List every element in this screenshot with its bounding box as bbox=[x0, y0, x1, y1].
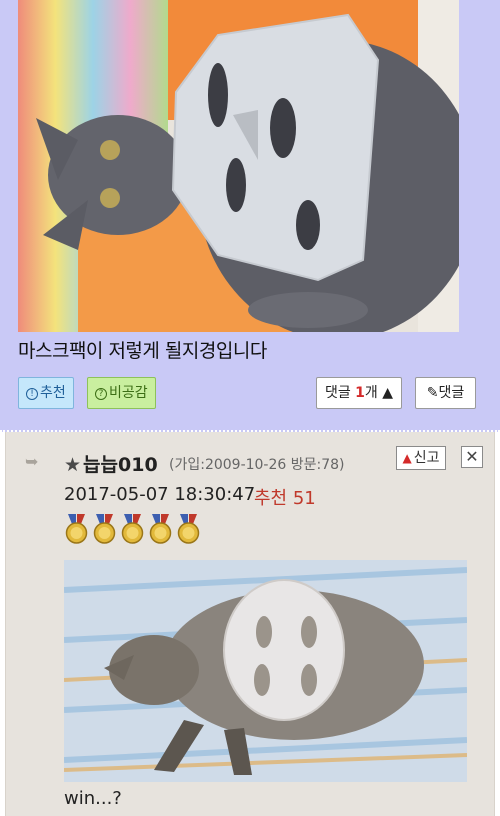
nickname: 늡늡010 bbox=[83, 454, 158, 476]
comment-count-number: 1 bbox=[355, 385, 365, 401]
post-photo bbox=[18, 0, 459, 332]
upvote-label: 추천 bbox=[40, 385, 66, 401]
comment-text: win...? bbox=[64, 788, 122, 809]
medal-icon bbox=[120, 514, 145, 544]
downvote-icon: ? bbox=[95, 388, 107, 400]
comment-datetime: 2017-05-07 18:30:47 bbox=[64, 484, 256, 505]
comment-recommend: 추천 51 bbox=[254, 488, 316, 509]
comment-count-suffix: 개 ▲ bbox=[364, 385, 394, 401]
comment-photo bbox=[64, 560, 467, 782]
upvote-button[interactable]: ! 추천 bbox=[18, 377, 74, 409]
cat-mask-photo bbox=[18, 0, 459, 332]
report-button[interactable]: ▲ 신고 bbox=[396, 446, 446, 470]
comment-box: ➥ ★ 늡늡010 (가입:2009-10-26 방문:78) ▲ 신고 ✕ 201… bbox=[5, 432, 495, 816]
close-button[interactable]: ✕ bbox=[461, 446, 483, 468]
comment-author[interactable]: ★ 늡늡010 bbox=[64, 450, 158, 477]
user-meta: (가입:2009-10-26 방문:78) bbox=[169, 457, 345, 473]
medal-icon bbox=[64, 514, 89, 544]
comment: ➥ ★ 늡늡010 (가입:2009-10-26 방문:78) ▲ 신고 ✕ 201… bbox=[0, 432, 500, 816]
write-comment-label: 댓글 bbox=[438, 385, 465, 401]
medal-row bbox=[64, 514, 201, 544]
downvote-label: 비공감 bbox=[109, 385, 148, 401]
siren-icon: ▲ bbox=[402, 451, 412, 465]
pen-icon: ✎ bbox=[426, 385, 439, 401]
write-comment-button[interactable]: ✎댓글 bbox=[415, 377, 476, 409]
report-label: 신고 bbox=[413, 450, 440, 466]
post-text: 마스크팩이 저렇게 될지경입니다 bbox=[18, 340, 267, 362]
medal-icon bbox=[148, 514, 173, 544]
medal-icon bbox=[176, 514, 201, 544]
medal-icon bbox=[92, 514, 117, 544]
downvote-button[interactable]: ? 비공감 bbox=[87, 377, 156, 409]
upvote-icon: ! bbox=[26, 388, 38, 400]
comment-count-button[interactable]: 댓글 1개 ▲ bbox=[316, 377, 402, 409]
post: 마스크팩이 저렇게 될지경입니다 ! 추천 ? 비공감 댓글 1개 ▲ ✎댓글 bbox=[0, 0, 500, 432]
star-icon: ★ bbox=[64, 454, 82, 476]
comment-count-prefix: 댓글 bbox=[324, 385, 356, 401]
reply-arrow-icon: ➥ bbox=[25, 452, 39, 471]
cat-mask-photo-2 bbox=[64, 560, 467, 782]
